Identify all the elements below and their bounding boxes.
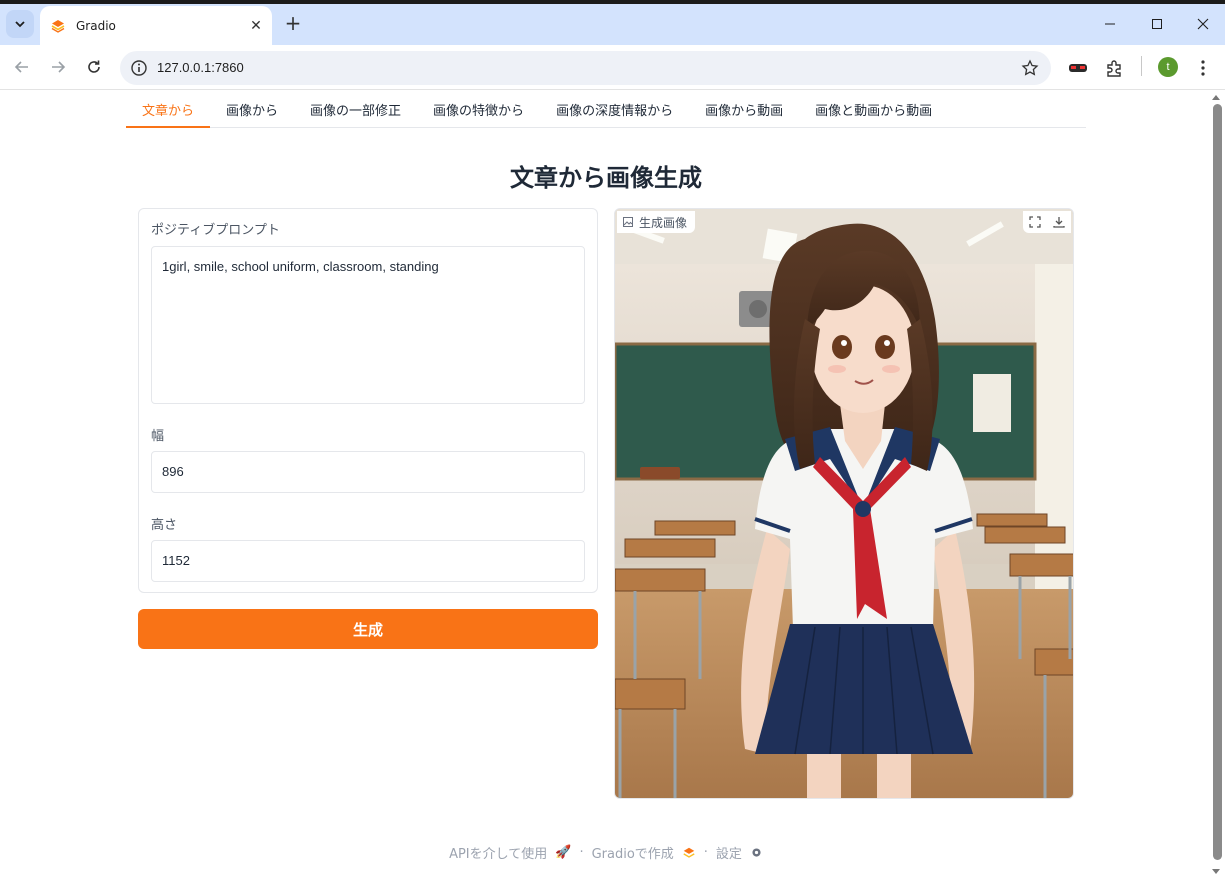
maximize-icon: [1152, 19, 1162, 29]
arrow-right-icon: [52, 61, 66, 73]
tab-text-to-image[interactable]: 文章から: [126, 97, 211, 128]
address-bar[interactable]: 127.0.0.1:7860: [120, 51, 1051, 85]
tab-title: Gradio: [76, 18, 116, 33]
reload-icon: [88, 60, 100, 73]
tab-image-features[interactable]: 画像の特徴から: [417, 97, 540, 128]
rocket-icon: 🚀: [555, 845, 572, 860]
generate-button[interactable]: 生成: [138, 609, 598, 649]
built-with-gradio-link[interactable]: Gradioで作成: [592, 843, 674, 862]
scroll-up-arrow[interactable]: [1212, 95, 1220, 100]
scroll-down-arrow[interactable]: [1212, 869, 1220, 874]
close-icon: [1197, 18, 1209, 30]
tab-search-button[interactable]: [6, 10, 34, 38]
arrow-left-icon: [14, 61, 28, 73]
image-output-label: 生成画像: [617, 211, 696, 233]
close-window-button[interactable]: [1189, 10, 1217, 38]
kebab-menu-icon: [1201, 60, 1205, 76]
width-label: 幅: [151, 429, 165, 444]
browser-tabstrip: Gradio ✕ +: [0, 0, 1225, 45]
width-input[interactable]: 896: [151, 451, 585, 493]
extensions-puzzle-icon[interactable]: [1103, 57, 1125, 79]
footer-separator: ·: [703, 845, 708, 860]
reload-button[interactable]: [80, 53, 108, 81]
window-top-edge: [0, 0, 1225, 4]
tab-image-to-image[interactable]: 画像から: [210, 97, 294, 128]
new-tab-button[interactable]: +: [282, 12, 304, 34]
scrollbar-thumb[interactable]: [1213, 104, 1222, 860]
image-output-label-text: 生成画像: [639, 215, 688, 230]
settings-link[interactable]: 設定: [716, 843, 742, 862]
tab-depth[interactable]: 画像の深度情報から: [540, 97, 689, 128]
download-button[interactable]: [1047, 211, 1071, 233]
browser-tab[interactable]: Gradio ✕: [40, 6, 272, 45]
download-icon: [1053, 217, 1065, 228]
page-title: 文章から画像生成: [510, 164, 702, 192]
url-text: 127.0.0.1:7860: [157, 60, 244, 75]
prompt-textarea[interactable]: 1girl, smile, school uniform, classroom,…: [151, 246, 585, 404]
page-footer: APIを介して使用 🚀 · Gradioで作成 · 設定: [0, 843, 1212, 862]
bookmark-star-icon[interactable]: [1021, 59, 1039, 77]
maximize-button[interactable]: [1143, 10, 1171, 38]
height-input[interactable]: 1152: [151, 540, 585, 582]
extension-mask-icon[interactable]: [1067, 57, 1089, 79]
generated-image-panel: 生成画像: [614, 208, 1074, 799]
footer-separator: ·: [579, 845, 584, 860]
browser-menu-button[interactable]: [1192, 57, 1214, 79]
api-link[interactable]: APIを介して使用: [449, 843, 547, 862]
minimize-button[interactable]: [1096, 10, 1124, 38]
feature-tabs: 文章から 画像から 画像の一部修正 画像の特徴から 画像の深度情報から 画像から…: [126, 97, 1086, 128]
toolbar-divider: [1141, 56, 1142, 76]
tab-inpaint[interactable]: 画像の一部修正: [294, 97, 417, 128]
minimize-icon: [1105, 23, 1115, 25]
prompt-label: ポジティブプロンプト: [151, 223, 280, 238]
image-icon: [623, 217, 633, 227]
browser-toolbar: 127.0.0.1:7860: [0, 45, 1225, 90]
gradio-logo-icon: [51, 19, 65, 33]
gear-icon: [752, 848, 761, 857]
info-icon[interactable]: [130, 59, 148, 77]
image-actions: [1023, 211, 1071, 233]
back-button[interactable]: [8, 53, 36, 81]
gradio-logo-icon: [683, 847, 695, 858]
tab-image-video-to-video[interactable]: 画像と動画から動画: [799, 97, 948, 128]
tab-image-to-video[interactable]: 画像から動画: [689, 97, 799, 128]
puzzle-icon: [1107, 60, 1121, 77]
chevron-down-icon: [15, 21, 25, 28]
profile-avatar[interactable]: t: [1158, 57, 1178, 77]
generated-image: [615, 209, 1073, 798]
tab-close-icon[interactable]: ✕: [246, 16, 266, 36]
height-label: 高さ: [151, 518, 178, 533]
forward-button[interactable]: [44, 53, 72, 81]
input-form-panel: ポジティブプロンプト 1girl, smile, school uniform,…: [138, 208, 598, 593]
fullscreen-button[interactable]: [1023, 211, 1047, 233]
mask-icon: [1069, 64, 1087, 72]
fullscreen-icon: [1029, 216, 1041, 228]
